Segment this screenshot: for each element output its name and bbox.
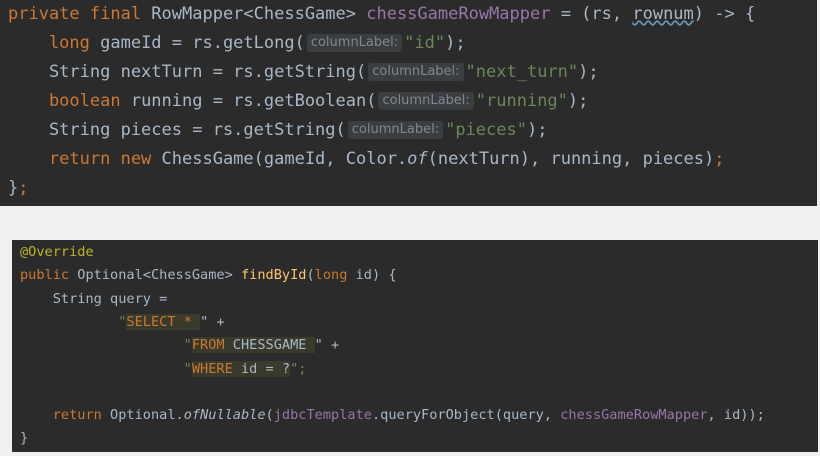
code-token: WHERE	[191, 360, 241, 377]
parameter-hint: columnLabel:	[378, 92, 474, 110]
code-token: chessGameRowMapper	[560, 407, 708, 424]
code-line: private final RowMapper<ChessGame> chess…	[8, 4, 755, 24]
code-token: jdbcTemplate	[273, 407, 372, 424]
code-line: public Optional<ChessGame> findById(long…	[20, 267, 397, 283]
parameter-hint: columnLabel:	[347, 121, 444, 139]
code-token: .queryForObject(query,	[371, 407, 561, 424]
code-line: String nextTurn = rs.getString(columnLab…	[8, 62, 599, 82]
code-token: (nextTurn), running, pieces)	[427, 149, 715, 169]
code-token: chessGameRowMapper	[366, 4, 551, 24]
code-line: String pieces = rs.getString(columnLabel…	[8, 120, 548, 140]
code-token: "running"	[475, 91, 568, 111]
code-token: );	[578, 62, 599, 82]
code-token: "pieces"	[445, 120, 527, 140]
code-token: ;	[714, 149, 725, 169]
code-token: long	[314, 267, 356, 284]
code-line: String query =	[20, 290, 168, 307]
code-token: of	[407, 149, 428, 169]
code-token: id) {	[355, 267, 397, 284]
parameter-hint: columnLabel:	[368, 63, 464, 81]
code-token: RowMapper<ChessGame>	[151, 4, 367, 24]
code-token: ;	[18, 178, 29, 198]
code-token: findById	[240, 267, 307, 284]
code-token: boolean	[8, 91, 131, 111]
code-token: (	[265, 407, 274, 424]
code-token: "next_turn"	[465, 62, 579, 82]
code-line: };	[8, 178, 29, 198]
code-token: " +	[200, 313, 225, 330]
code-line: return Optional.ofNullable(jdbcTemplate.…	[20, 407, 765, 423]
code-token: = (rs,	[550, 4, 633, 24]
code-token: String query =	[20, 290, 168, 307]
code-token: running = rs.getBoolean(	[130, 91, 377, 111]
code-line: @Override	[20, 244, 94, 260]
code-token: "id"	[404, 33, 446, 53]
code-token: ofNullable	[183, 407, 266, 424]
code-token: String nextTurn = rs.getString(	[8, 62, 367, 82]
code-token: long	[8, 33, 101, 53]
code-line: "SELECT * " +	[20, 313, 225, 330]
code-token: );	[567, 91, 589, 111]
code-snippet-findbyid: @Override public Optional<ChessGame> find…	[12, 240, 818, 452]
code-token: "	[20, 313, 127, 330]
code-token: "	[20, 337, 192, 354]
code-token: }	[8, 178, 19, 198]
code-token: CHESSGAME	[232, 337, 315, 354]
code-token: , id));	[707, 407, 765, 424]
code-token: id = ?	[240, 360, 291, 377]
code-token: (	[306, 267, 315, 284]
code-token: gameId = rs.getLong(	[100, 33, 305, 53]
code-token: }	[20, 430, 29, 447]
code-line: "FROM CHESSGAME " +	[20, 337, 340, 354]
code-token: );	[526, 120, 548, 140]
code-token: @Override	[20, 244, 94, 260]
code-token: SELECT *	[126, 313, 201, 330]
code-token: String pieces = rs.getString(	[8, 120, 346, 140]
code-token: Optional.	[110, 407, 184, 424]
code-line: "WHERE id = ?";	[20, 360, 307, 377]
code-token: ChessGame(gameId, Color.	[161, 149, 408, 169]
code-token: "	[20, 360, 192, 377]
code-token: ) -> {	[693, 4, 756, 24]
code-snippet-rowmapper: private final RowMapper<ChessGame> chess…	[0, 0, 817, 206]
code-token: public	[20, 267, 78, 284]
code-token: ";	[290, 360, 307, 377]
code-line: return new ChessGame(gameId, Color.of(ne…	[8, 149, 725, 169]
code-token: FROM	[191, 337, 233, 354]
code-line: boolean running = rs.getBoolean(columnLa…	[8, 91, 588, 111]
parameter-hint: columnLabel:	[306, 34, 403, 52]
code-token: private final	[8, 4, 152, 24]
code-token: rownum	[632, 4, 694, 24]
code-token: return new	[8, 149, 162, 169]
code-line: }	[20, 430, 28, 446]
code-line: long gameId = rs.getLong(columnLabel: "id…	[8, 33, 466, 53]
code-token: );	[445, 33, 466, 53]
code-token: " +	[314, 337, 340, 354]
code-token: Optional<ChessGame>	[77, 267, 241, 284]
code-token: return	[20, 407, 111, 424]
